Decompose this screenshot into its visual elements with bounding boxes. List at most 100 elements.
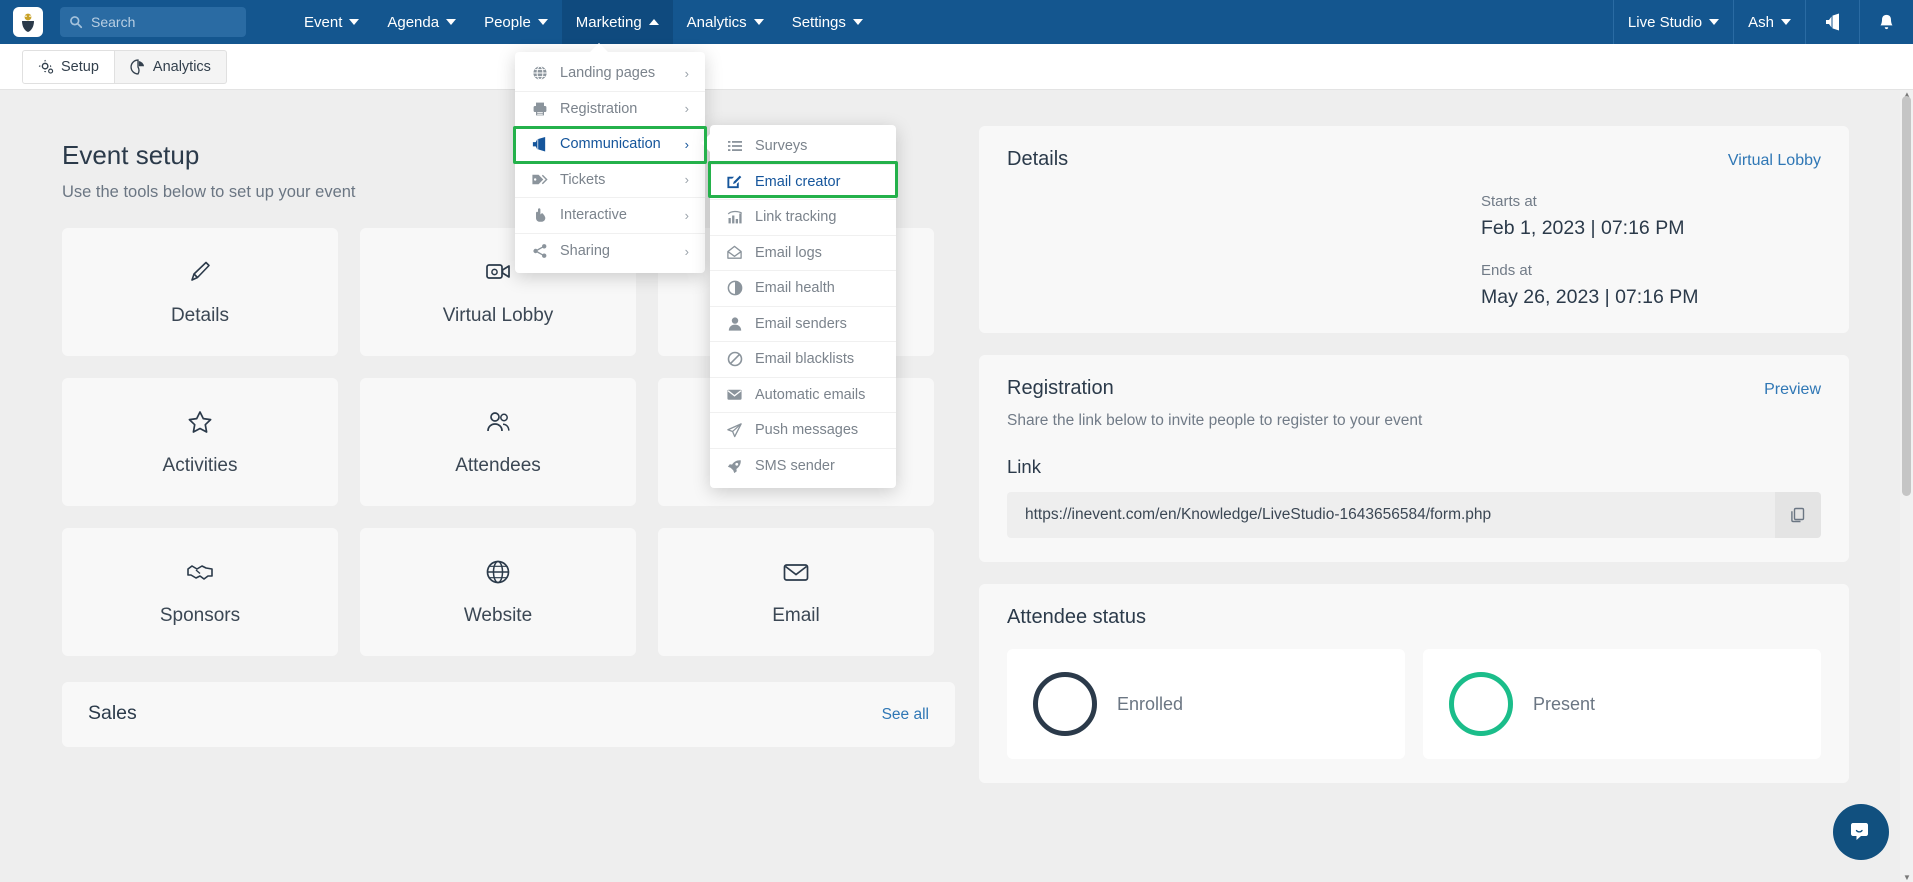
menu-pointer-arrow [590, 43, 608, 52]
bar-chart-icon [726, 209, 743, 226]
envelope-icon [781, 557, 811, 587]
setup-card-label: Sponsors [159, 605, 241, 626]
tab-label-setup: Setup [61, 58, 99, 75]
submenu-label: Email health [755, 280, 835, 297]
logo-mark-icon [22, 13, 34, 32]
submenu-item-surveys[interactable]: Surveys [710, 129, 896, 165]
registration-preview-link[interactable]: Preview [1764, 381, 1821, 399]
megaphone-icon [1825, 13, 1839, 31]
rocket-icon [726, 458, 743, 475]
chevron-right-icon: › [684, 65, 689, 81]
chevron-down-icon [446, 19, 457, 25]
bell-icon [1880, 14, 1893, 29]
registration-link-row: https://inevent.com/en/Knowledge/LiveStu… [1007, 492, 1821, 538]
submenu-item-email-blacklists[interactable]: Email blacklists [710, 342, 896, 378]
setup-card-label: Virtual Lobby [442, 305, 554, 326]
submenu-item-automatic-emails[interactable]: Automatic emails [710, 378, 896, 413]
menu-item-interactive[interactable]: Interactive › [515, 198, 705, 234]
nav-item-event[interactable]: Event [290, 0, 373, 44]
submenu-item-link-tracking[interactable]: Link tracking [710, 200, 896, 236]
tab-setup[interactable]: Setup [22, 49, 115, 84]
chevron-right-icon: › [684, 172, 689, 188]
registration-link-label: Link [1007, 456, 1041, 477]
menu-item-sharing[interactable]: Sharing › [515, 234, 705, 270]
menu-item-tickets[interactable]: Tickets › [515, 163, 705, 198]
nav-item-live-studio[interactable]: Live Studio [1612, 0, 1733, 44]
menu-item-registration[interactable]: Registration › [515, 92, 705, 127]
copy-link-button[interactable] [1775, 492, 1821, 538]
chevron-right-icon: › [684, 207, 689, 223]
pencil-icon [185, 257, 215, 287]
scrollbar-thumb[interactable] [1902, 96, 1911, 496]
chevron-down-icon [1781, 19, 1791, 25]
menu-item-landing-pages[interactable]: Landing pages › [515, 56, 705, 92]
submenu-item-email-senders[interactable]: Email senders [710, 307, 896, 342]
setup-card-activities[interactable]: Activities [62, 378, 338, 506]
registration-panel: Registration Preview Share the link belo… [979, 355, 1849, 562]
nav-item-analytics[interactable]: Analytics [673, 0, 778, 44]
nav-item-marketing[interactable]: Marketing [561, 0, 673, 44]
details-virtual-lobby-link[interactable]: Virtual Lobby [1728, 152, 1821, 170]
submenu-item-email-creator[interactable]: Email creator [710, 165, 896, 200]
submenu-item-sms-sender[interactable]: SMS sender [710, 449, 896, 485]
nav-label-settings: Settings [791, 13, 846, 31]
hand-pointer-icon [531, 207, 548, 224]
video-gear-icon [483, 257, 513, 287]
main-nav: Event Agenda People Marketing Analytics … [290, 0, 877, 44]
submenu-item-email-logs[interactable]: Email logs [710, 236, 896, 271]
setup-card-label: Details [170, 305, 230, 326]
nav-label-agenda: Agenda [387, 13, 440, 31]
submenu-label: Surveys [755, 138, 808, 155]
submenu-item-push-messages[interactable]: Push messages [710, 413, 896, 449]
globe-icon [483, 557, 513, 587]
menu-label: Interactive [560, 207, 627, 224]
notifications-button[interactable] [1859, 0, 1913, 44]
chevron-down-icon [852, 19, 863, 25]
chevron-up-icon [648, 19, 659, 25]
submenu-pointer-arrow [701, 134, 710, 152]
chevron-down-icon [1709, 19, 1720, 25]
announcements-button[interactable] [1805, 0, 1859, 44]
open-envelope-icon [726, 244, 743, 261]
details-panel: Details Virtual Lobby Starts at Feb 1, 2… [979, 126, 1849, 333]
chat-support-button[interactable] [1833, 804, 1889, 860]
pencil-square-icon [726, 173, 743, 190]
page-scrollbar[interactable]: ▲ ▼ [1900, 90, 1913, 882]
gear-icon [38, 59, 54, 74]
menu-label: Sharing [560, 243, 610, 260]
chevron-right-icon: › [684, 243, 689, 259]
setup-card-label: Attendees [455, 455, 541, 476]
nav-item-people[interactable]: People [470, 0, 562, 44]
pie-chart-icon [130, 58, 144, 75]
nav-item-user-account[interactable]: Ash [1733, 0, 1805, 44]
envelope-icon [726, 386, 743, 403]
share-icon [531, 243, 548, 260]
sales-see-all-link[interactable]: See all [882, 706, 929, 724]
setup-card-attendees[interactable]: Attendees [360, 378, 636, 506]
setup-card-email[interactable]: Email [658, 528, 934, 656]
nav-label-analytics: Analytics [686, 13, 747, 31]
setup-card-website[interactable]: Website [360, 528, 636, 656]
setup-card-sponsors[interactable]: Sponsors [62, 528, 338, 656]
right-column: Details Virtual Lobby Starts at Feb 1, 2… [955, 90, 1895, 882]
search-input[interactable] [91, 14, 237, 30]
scroll-down-arrow[interactable]: ▼ [1903, 873, 1911, 882]
top-right-nav: Live Studio Ash [1612, 0, 1913, 44]
menu-item-communication[interactable]: Communication › [515, 127, 705, 163]
tab-analytics[interactable]: Analytics [114, 49, 227, 84]
submenu-label: SMS sender [755, 458, 835, 475]
status-label-enrolled: Enrolled [1117, 693, 1184, 714]
setup-card-details[interactable]: Details [62, 228, 338, 356]
nav-item-settings[interactable]: Settings [778, 0, 877, 44]
submenu-label: Link tracking [755, 209, 837, 226]
submenu-item-email-health[interactable]: Email health [710, 271, 896, 307]
top-navigation-bar: Event Agenda People Marketing Analytics … [0, 0, 1913, 44]
app-logo[interactable] [0, 0, 56, 44]
search-box[interactable] [60, 7, 246, 37]
star-icon [185, 407, 215, 437]
nav-label-event: Event [304, 13, 343, 31]
communication-submenu: Surveys Email creator Link tracking Emai… [701, 125, 896, 488]
handshake-icon [185, 557, 215, 587]
submenu-label: Email logs [755, 244, 822, 261]
nav-item-agenda[interactable]: Agenda [373, 0, 470, 44]
